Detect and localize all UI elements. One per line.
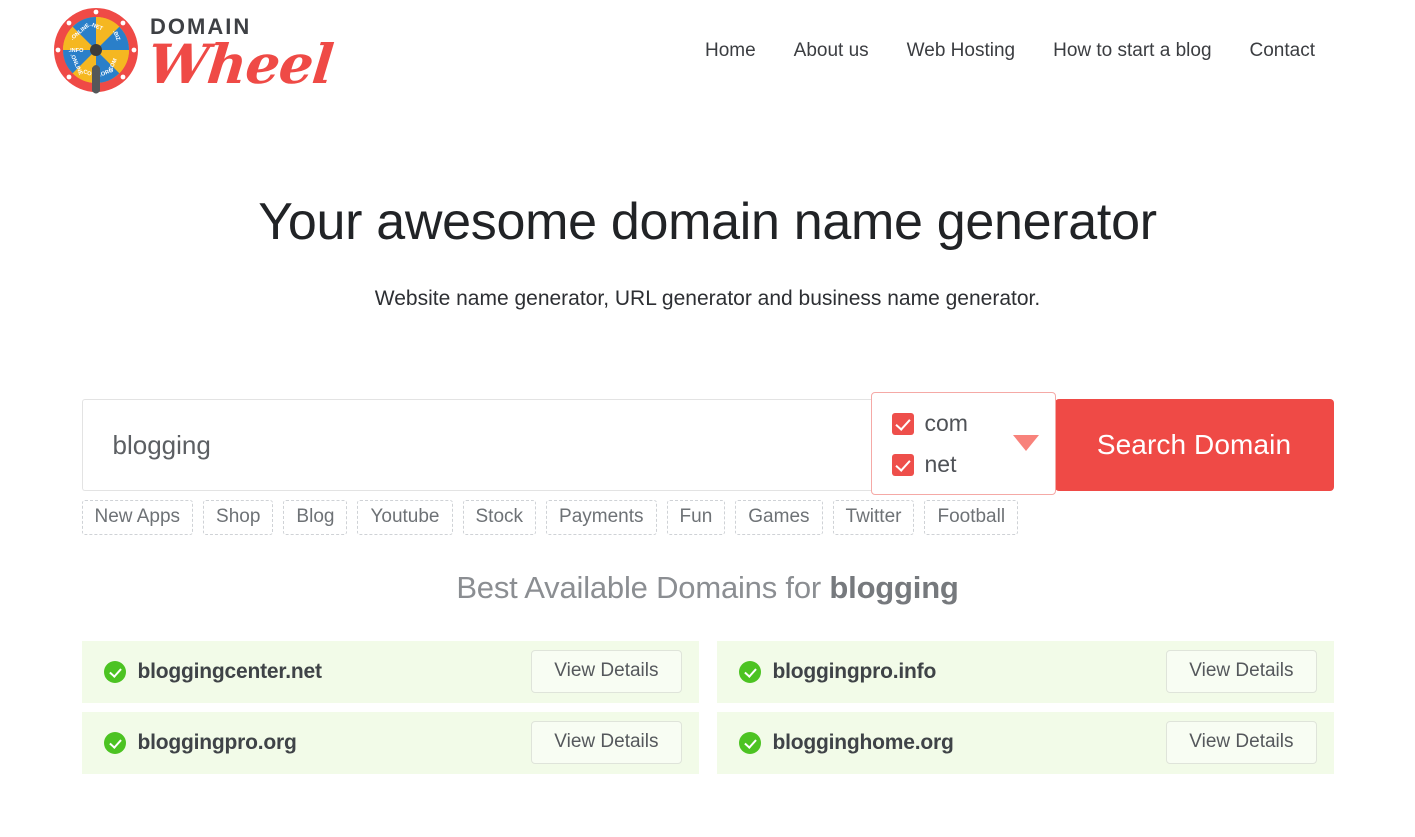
tag-twitter[interactable]: Twitter — [832, 500, 915, 535]
view-details-button[interactable]: View Details — [1166, 650, 1317, 694]
suggested-tags: New Apps Shop Blog Youtube Stock Payment… — [81, 500, 1334, 535]
domain-name: bloggingpro.info — [772, 659, 937, 683]
nav-item-about-us[interactable]: About us — [794, 40, 869, 62]
checkbox-checked-icon[interactable] — [891, 412, 914, 435]
search-domain-button[interactable]: Search Domain — [1054, 399, 1334, 492]
tag-payments[interactable]: Payments — [546, 500, 657, 535]
logo-word-wheel: Wheel — [144, 32, 336, 97]
results-heading-prefix: Best Available Domains for — [456, 569, 830, 605]
logo-wordmark: DOMAIN Wheel — [145, 16, 336, 97]
tag-youtube[interactable]: Youtube — [357, 500, 453, 535]
tag-stock[interactable]: Stock — [462, 500, 537, 535]
result-row-left: bloggingpro.info — [738, 659, 937, 684]
result-row-left: bloggingpro.org — [103, 730, 297, 755]
site-logo[interactable]: .NET .BIZ .COM .ORG .CO .ONLINE .INFO .O… — [48, 4, 336, 100]
domain-results-grid: bloggingcenter.net View Details blogging… — [81, 640, 1334, 774]
view-details-button[interactable]: View Details — [1166, 721, 1317, 765]
page-subtitle: Website name generator, URL generator an… — [374, 287, 1041, 311]
view-details-button[interactable]: View Details — [531, 650, 682, 694]
tag-shop[interactable]: Shop — [203, 500, 274, 535]
page-title: Your awesome domain name generator — [258, 193, 1157, 251]
result-row-left: blogginghome.org — [738, 730, 954, 755]
nav-item-how-to-start-a-blog[interactable]: How to start a blog — [1053, 40, 1211, 62]
tld-dropdown[interactable]: com net — [870, 392, 1056, 496]
table-row: blogginghome.org View Details — [716, 711, 1334, 774]
nav-item-home[interactable]: Home — [705, 40, 756, 62]
tag-games[interactable]: Games — [735, 500, 823, 535]
hero-section: Your awesome domain name generator Websi… — [0, 193, 1415, 311]
check-circle-icon — [103, 731, 126, 754]
checkbox-checked-icon[interactable] — [891, 453, 914, 476]
page-root: .NET .BIZ .COM .ORG .CO .ONLINE .INFO .O… — [0, 0, 1415, 837]
tag-new-apps[interactable]: New Apps — [81, 500, 194, 535]
domain-name: bloggingcenter.net — [137, 659, 322, 683]
tld-option-label: net — [924, 451, 957, 478]
table-row: bloggingcenter.net View Details — [81, 640, 699, 703]
check-circle-icon — [738, 660, 761, 683]
tld-option-label: com — [924, 410, 968, 437]
check-circle-icon — [103, 660, 126, 683]
nav-item-web-hosting[interactable]: Web Hosting — [907, 40, 1015, 62]
view-details-button[interactable]: View Details — [531, 721, 682, 765]
search-row: Search Domain — [81, 399, 1334, 492]
main-navigation: Home About us Web Hosting How to start a… — [705, 40, 1315, 62]
check-circle-icon — [738, 731, 761, 754]
table-row: bloggingpro.info View Details — [716, 640, 1334, 703]
svg-text:.INFO: .INFO — [69, 48, 85, 54]
site-header: .NET .BIZ .COM .ORG .CO .ONLINE .INFO .O… — [0, 0, 1415, 106]
results-heading: Best Available Domains for blogging — [0, 570, 1415, 606]
result-row-left: bloggingcenter.net — [103, 659, 322, 684]
tag-fun[interactable]: Fun — [666, 500, 726, 535]
tag-football[interactable]: Football — [924, 500, 1019, 535]
chevron-down-icon[interactable] — [1012, 435, 1039, 452]
table-row: bloggingpro.org View Details — [81, 711, 699, 774]
domain-wheel-logo-icon: .NET .BIZ .COM .ORG .CO .ONLINE .INFO .O… — [48, 4, 144, 100]
domain-name: bloggingpro.org — [137, 730, 297, 754]
tag-blog[interactable]: Blog — [283, 500, 348, 535]
nav-item-contact[interactable]: Contact — [1250, 40, 1315, 62]
domain-search-bar: Search Domain com net — [81, 392, 1334, 496]
domain-name: blogginghome.org — [772, 730, 954, 754]
results-heading-keyword: blogging — [829, 569, 959, 605]
